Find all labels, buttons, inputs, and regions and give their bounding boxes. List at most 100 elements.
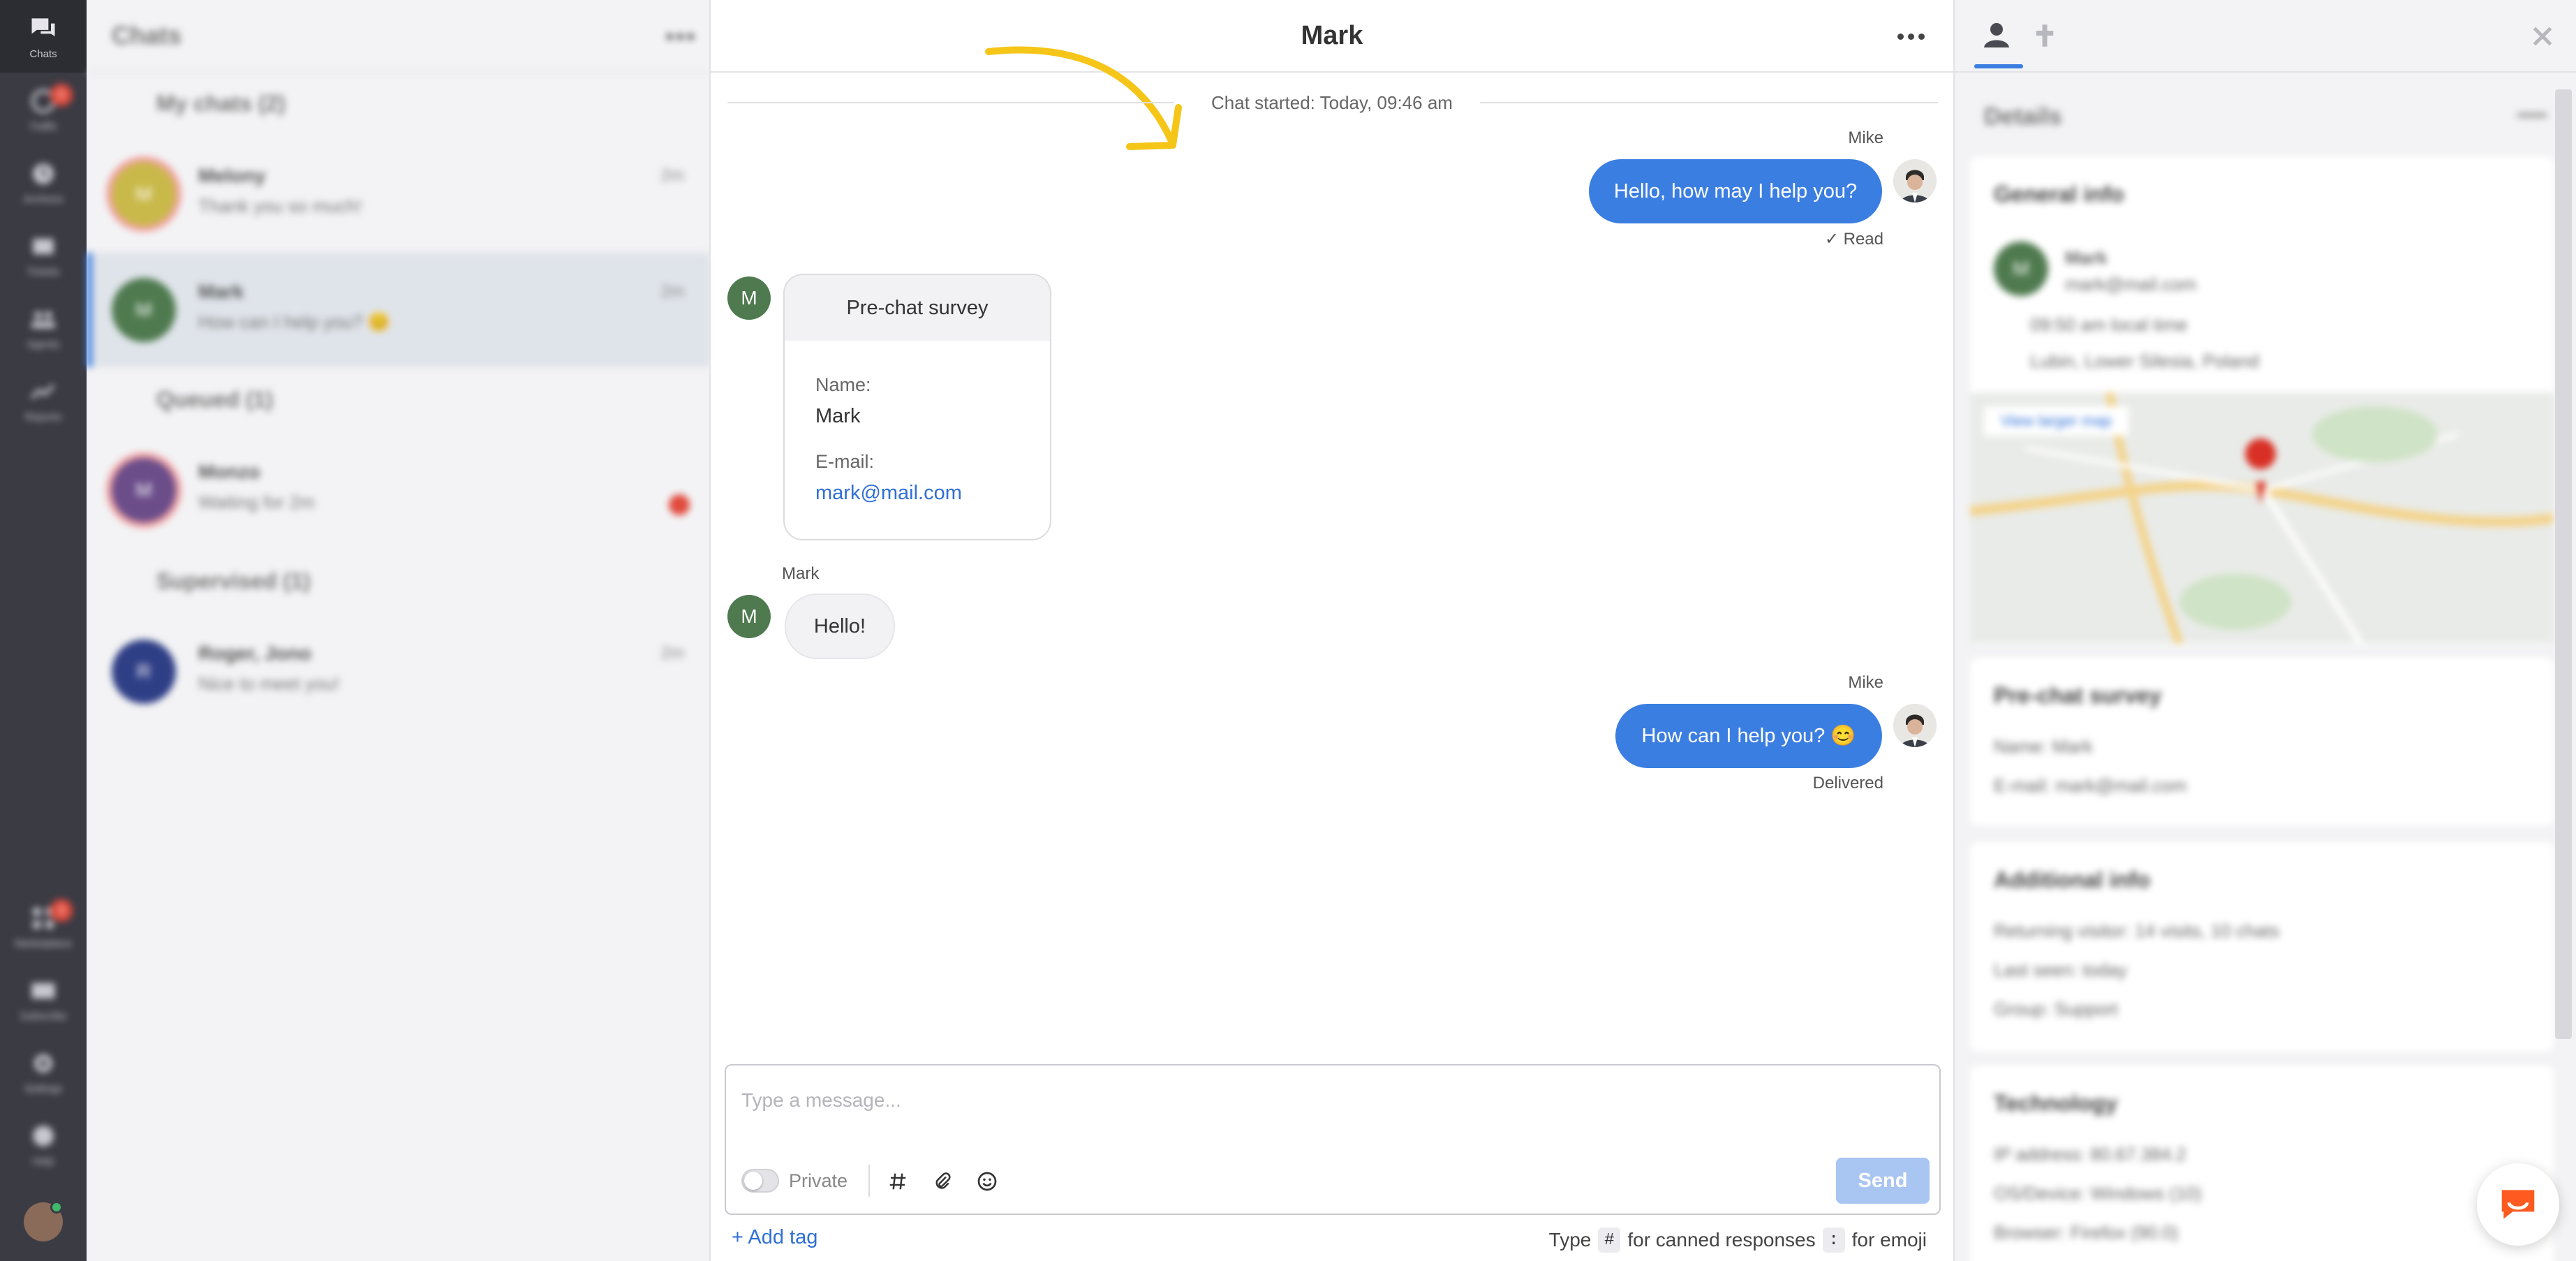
- customer-avatar: M: [727, 276, 771, 320]
- attachment-paperclip-icon[interactable]: [928, 1167, 956, 1195]
- chat-bubble-icon: [2501, 1190, 2535, 1219]
- survey-email-link[interactable]: mark@mail.com: [815, 482, 962, 505]
- section-supervised[interactable]: Supervised (1): [156, 568, 311, 594]
- avatar: R: [112, 640, 176, 704]
- nav-item-marketplace[interactable]: Marketplace 3: [0, 890, 87, 962]
- chat-preview: How can I help you? 😊: [198, 311, 391, 332]
- nav-label: Traffic: [29, 120, 58, 133]
- active-tab-indicator: [1974, 64, 2023, 68]
- last-seen: Last seen: today: [1994, 959, 2127, 980]
- chat-list-item[interactable]: R Roger, Jono Nice to meet you! 2m: [87, 614, 711, 729]
- hint-colon-key: :: [1822, 1227, 1845, 1253]
- nav-label: Marketplace: [15, 937, 72, 950]
- view-larger-map-link[interactable]: View larger map: [1984, 406, 2129, 436]
- customer-name: Mark: [2065, 247, 2108, 268]
- nav-item-settings[interactable]: Settings: [0, 1035, 87, 1107]
- details-collapse-icon[interactable]: [2517, 113, 2547, 117]
- ip-address: IP address: 80.67.384.2: [1994, 1144, 2186, 1165]
- nav-item-chats[interactable]: Chats: [0, 0, 87, 73]
- chart-icon: [30, 383, 55, 399]
- details-header: [1955, 0, 2576, 73]
- avatar: M: [112, 278, 176, 342]
- hint-canned-text: for canned responses: [1627, 1229, 1816, 1251]
- chat-widget-launcher[interactable]: [2477, 1163, 2559, 1246]
- agent-message-bubble[interactable]: How can I help you? 😊: [1615, 704, 1882, 768]
- location-map[interactable]: View larger map: [1970, 392, 2554, 644]
- browser: Browser: Firefox (90.0): [1994, 1222, 2179, 1243]
- send-button[interactable]: Send: [1836, 1158, 1930, 1204]
- unread-badge: [669, 494, 690, 515]
- message-composer: Private Send: [725, 1064, 1941, 1215]
- marketplace-badge: 3: [50, 899, 73, 922]
- chat-window: Mark Chat started: Today, 09:46 am Mike …: [711, 0, 1953, 1261]
- card-title: General info: [1994, 182, 2124, 207]
- chat-time: 2m: [660, 166, 684, 185]
- left-navigation: Chats Traffic 5 Archives Tickets Agents …: [0, 0, 87, 1261]
- nav-item-agents[interactable]: Agents: [0, 290, 87, 363]
- chat-name: Roger, Jono: [198, 642, 311, 664]
- chat-list-item[interactable]: M Melony Thank you so much! 2m: [87, 137, 711, 251]
- nav-item-subscribe[interactable]: Subscribe: [0, 962, 87, 1035]
- additional-info-card: Additional info Returning visitor: 14 vi…: [1970, 842, 2554, 1052]
- toolbar-divider: [868, 1165, 870, 1197]
- nav-item-archives[interactable]: Archives: [0, 145, 87, 218]
- details-title: Details: [1984, 103, 2062, 130]
- section-queued[interactable]: Queued (1): [156, 387, 273, 413]
- message-read-status: ✓ Read: [1824, 230, 1883, 249]
- nav-item-traffic[interactable]: Traffic 5: [0, 73, 87, 145]
- gear-icon: [34, 1054, 52, 1072]
- chat-name: Mark: [198, 281, 244, 302]
- composer-hint: Type # for canned responses : for emoji: [1549, 1227, 1927, 1253]
- chat-list-panel: Chats My chats (2) M Melony Thank you so…: [87, 0, 711, 1261]
- survey-title: Pre-chat survey: [785, 275, 1050, 341]
- customer-tab-person-icon[interactable]: [1980, 18, 2013, 53]
- section-my-chats[interactable]: My chats (2): [156, 91, 286, 117]
- survey-email-label: E-mail:: [815, 451, 875, 472]
- clock-icon: [33, 163, 54, 184]
- chat-list-menu-icon[interactable]: [667, 34, 694, 40]
- avatar: M: [112, 162, 176, 226]
- group: Group: Support: [1994, 998, 2118, 1019]
- pre-chat-survey-card: Pre-chat survey Name: Mark E-mail: mark@…: [783, 274, 1051, 540]
- apps-puzzle-icon[interactable]: [2030, 21, 2061, 52]
- details-scrollbar[interactable]: [2555, 89, 2572, 1039]
- chat-started-label: Chat started: Today, 09:46 am: [1211, 92, 1453, 113]
- customer-message-bubble[interactable]: Hello!: [785, 593, 895, 659]
- survey-name-label: Name:: [815, 374, 871, 395]
- card-icon: [31, 982, 55, 998]
- add-tag-link[interactable]: + Add tag: [732, 1226, 817, 1249]
- chat-time: 2m: [660, 644, 684, 663]
- chat-list-item-selected[interactable]: M Mark How can I help you? 😊 2m: [87, 253, 711, 367]
- chat-more-options-icon[interactable]: [1897, 34, 1925, 40]
- emoji-picker-icon[interactable]: [973, 1167, 1001, 1195]
- help-icon: [33, 1125, 54, 1146]
- pre-chat-survey-details-card: Pre-chat survey Name: Mark E-mail: mark@…: [1970, 658, 2554, 825]
- canned-responses-hash-icon[interactable]: [884, 1167, 912, 1195]
- chat-bubbles-icon: [31, 17, 55, 36]
- chat-title: Mark: [1301, 21, 1363, 50]
- customer-avatar: M: [1994, 242, 2048, 296]
- customer-email: mark@mail.com: [2065, 274, 2197, 295]
- chat-list-item[interactable]: M Monzo Waiting for 2m: [87, 433, 711, 547]
- online-status-dot: [50, 1201, 63, 1214]
- nav-item-tickets[interactable]: Tickets: [0, 218, 87, 290]
- ticket-icon: [33, 238, 54, 254]
- close-panel-icon[interactable]: [2529, 22, 2558, 52]
- hint-hash-key: #: [1598, 1227, 1621, 1253]
- chat-name: Monzo: [198, 461, 260, 482]
- message-author: Mark: [782, 564, 820, 583]
- nav-item-help[interactable]: Help: [0, 1107, 87, 1180]
- nav-label: Tickets: [27, 265, 60, 278]
- chat-time: 2m: [660, 282, 684, 301]
- nav-label: Reports: [24, 411, 62, 423]
- hint-type-text: Type: [1548, 1229, 1592, 1251]
- details-panel: Details General info M Mark mark@mail.co…: [1953, 0, 2576, 1261]
- chat-list-title: Chats: [112, 21, 182, 50]
- card-title: Pre-chat survey: [1994, 683, 2162, 708]
- private-toggle[interactable]: [741, 1169, 779, 1193]
- chat-name: Melony: [198, 165, 266, 186]
- user-avatar[interactable]: [24, 1201, 63, 1241]
- agent-message-bubble[interactable]: Hello, how may I help you?: [1589, 159, 1882, 223]
- message-input[interactable]: [741, 1079, 1914, 1121]
- nav-item-reports[interactable]: Reports: [0, 363, 87, 436]
